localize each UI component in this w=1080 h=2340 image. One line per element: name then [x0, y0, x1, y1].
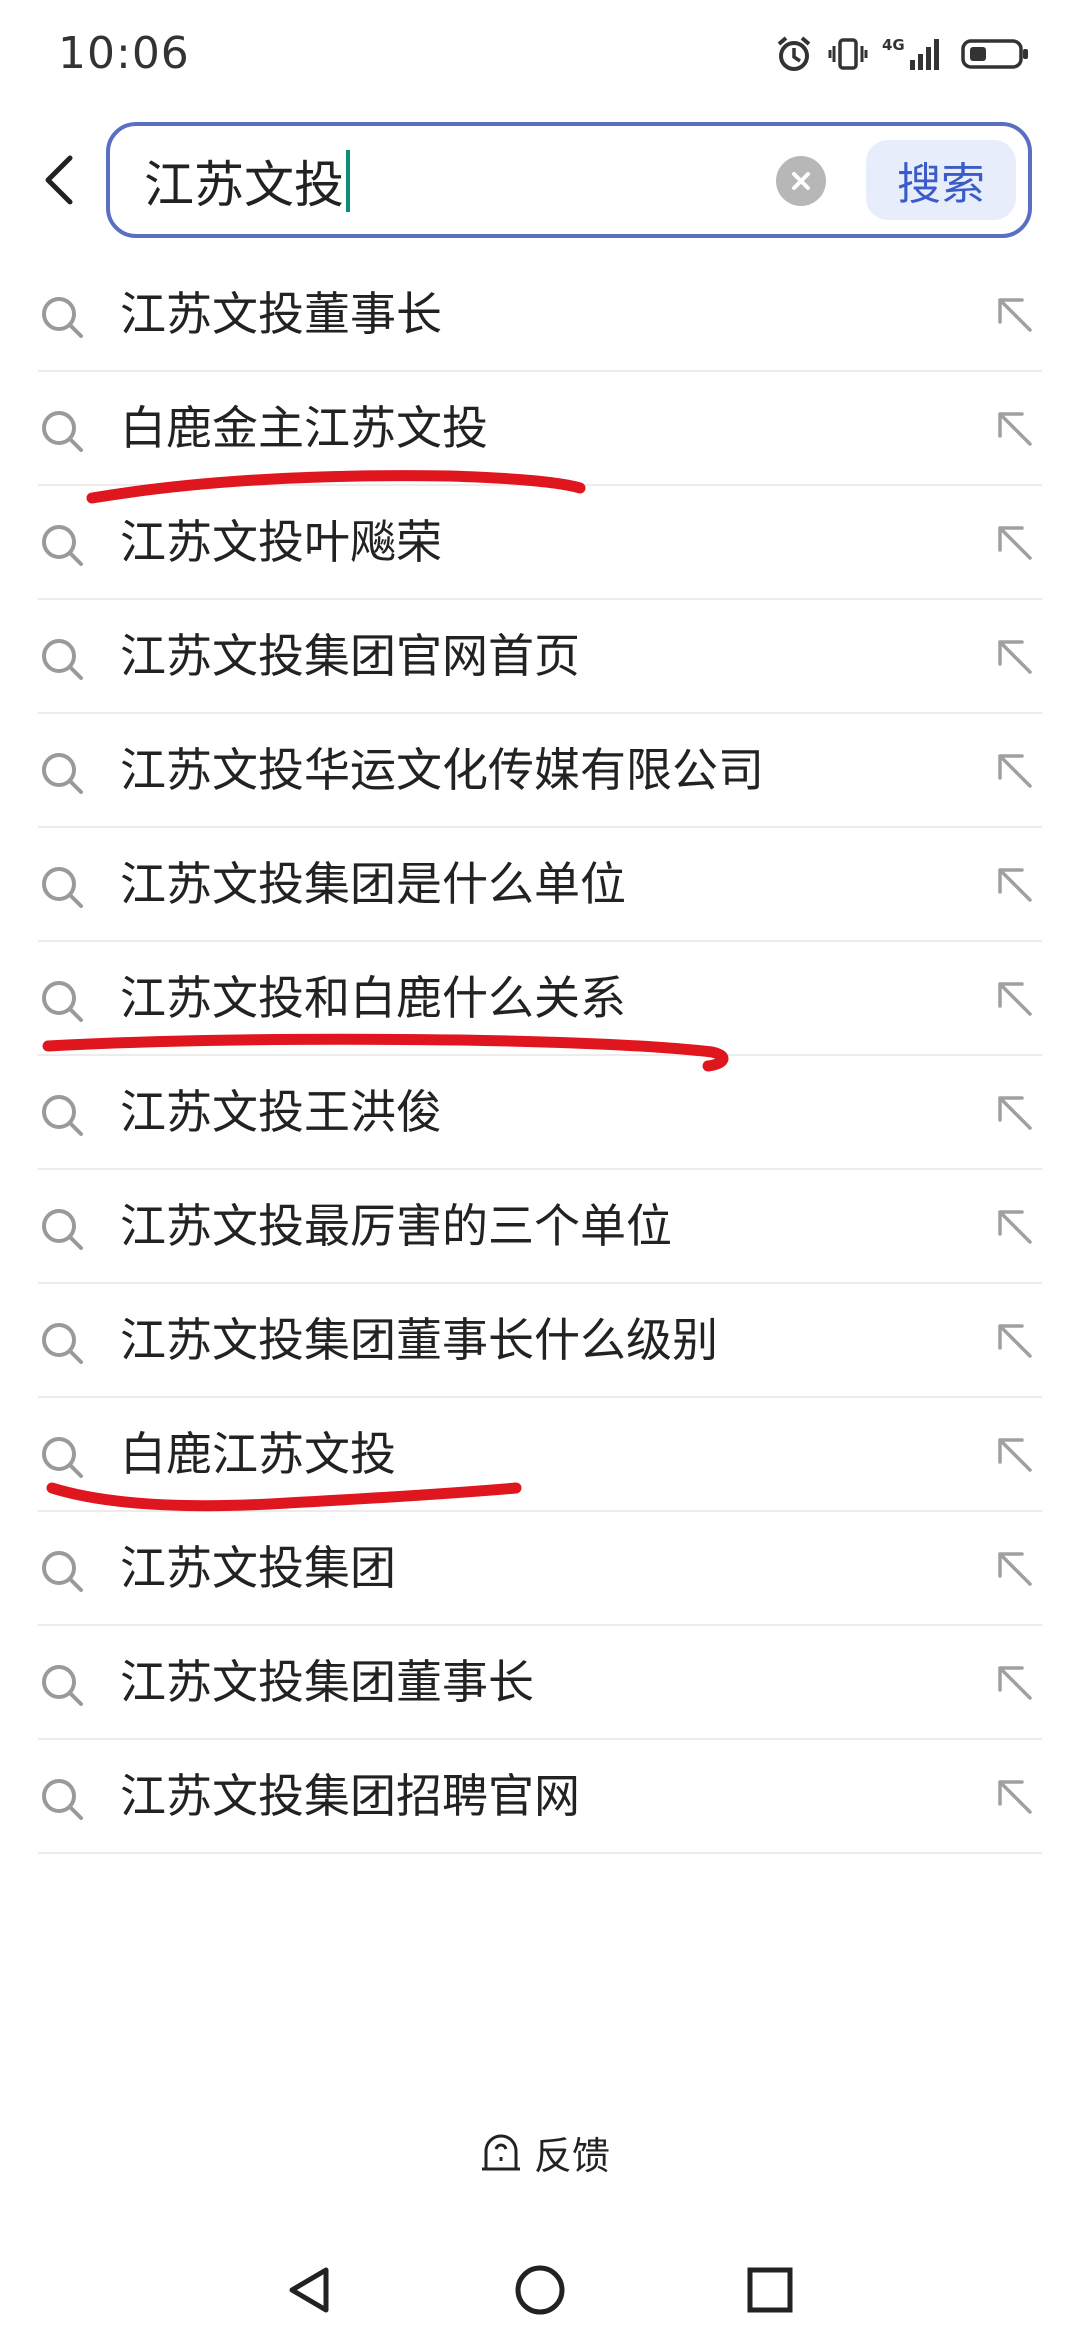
search-icon [42, 639, 83, 680]
fill-query-arrow-icon[interactable] [996, 752, 1036, 792]
suggestion-label: 江苏文投最厉害的三个单位 [120, 1199, 672, 1253]
search-icon [42, 411, 83, 452]
feedback-label: 反馈 [534, 2133, 611, 2178]
fill-query-arrow-icon[interactable] [996, 1322, 1036, 1362]
search-icon [42, 1323, 83, 1364]
suggestion-label: 江苏文投华运文化传媒有限公司 [120, 743, 764, 797]
suggestion-label: 江苏文投集团董事长什么级别 [120, 1313, 718, 1367]
search-icon [42, 1551, 83, 1592]
text-caret [346, 150, 350, 212]
recents-square-icon [747, 2267, 793, 2313]
suggestion-item[interactable]: 江苏文投董事长 [0, 258, 1080, 372]
signal-4g-icon: 4G [882, 34, 946, 74]
fill-query-arrow-icon[interactable] [996, 410, 1036, 450]
search-icon [42, 1779, 83, 1820]
search-icon [42, 867, 83, 908]
search-box[interactable]: 江苏文投 搜索 [106, 122, 1032, 238]
alarm-icon [774, 34, 814, 74]
suggestion-item[interactable]: 江苏文投王洪俊 [0, 1056, 1080, 1170]
fill-query-arrow-icon[interactable] [996, 524, 1036, 564]
suggestion-item[interactable]: 江苏文投集团招聘官网 [0, 1740, 1080, 1854]
suggestion-item[interactable]: 江苏文投集团董事长 [0, 1626, 1080, 1740]
suggestion-label: 江苏文投叶飚荣 [120, 515, 442, 569]
fill-query-arrow-icon[interactable] [996, 866, 1036, 906]
search-icon [42, 1095, 83, 1136]
feedback-button[interactable]: 反馈 [478, 2122, 610, 2182]
feedback-icon [482, 2134, 520, 2171]
search-icon [42, 981, 83, 1022]
search-input[interactable]: 江苏文投 [144, 150, 350, 214]
suggestion-label: 白鹿江苏文投 [120, 1427, 396, 1481]
suggestion-item[interactable]: 江苏文投和白鹿什么关系 [0, 942, 1080, 1056]
suggestion-label: 江苏文投集团招聘官网 [120, 1769, 580, 1823]
suggestion-item[interactable]: 江苏文投集团董事长什么级别 [0, 1284, 1080, 1398]
search-icon [42, 297, 83, 338]
suggestion-item[interactable]: 江苏文投叶飚荣 [0, 486, 1080, 600]
back-button[interactable] [30, 140, 90, 220]
suggestion-label: 江苏文投王洪俊 [120, 1085, 442, 1139]
fill-query-arrow-icon[interactable] [996, 980, 1036, 1020]
suggestion-item[interactable]: 白鹿金主江苏文投 [0, 372, 1080, 486]
suggestion-item[interactable]: 白鹿江苏文投 [0, 1398, 1080, 1512]
fill-query-arrow-icon[interactable] [996, 638, 1036, 678]
status-time: 10:06 [58, 28, 190, 79]
fill-query-arrow-icon[interactable] [996, 296, 1036, 336]
suggestion-label: 江苏文投集团 [120, 1541, 396, 1595]
fill-query-arrow-icon[interactable] [996, 1208, 1036, 1248]
search-query: 江苏文投 [144, 156, 344, 214]
clear-button[interactable] [776, 156, 826, 206]
navigation-bar [0, 2230, 1080, 2340]
nav-recents-button[interactable] [730, 2250, 810, 2330]
close-icon [792, 172, 810, 190]
suggestion-label: 白鹿金主江苏文投 [120, 401, 488, 455]
suggestion-label: 江苏文投董事长 [120, 287, 442, 341]
suggestion-label: 江苏文投集团董事长 [120, 1655, 534, 1709]
svg-text:4G: 4G [882, 36, 905, 54]
home-circle-icon [515, 2265, 565, 2315]
suggestion-item[interactable]: 江苏文投集团是什么单位 [0, 828, 1080, 942]
back-triangle-icon [289, 2267, 329, 2313]
search-icon [42, 1437, 83, 1478]
status-icons: 4G [774, 30, 1030, 78]
fill-query-arrow-icon[interactable] [996, 1436, 1036, 1476]
search-icon [42, 1665, 83, 1706]
chevron-left-icon [45, 155, 73, 205]
fill-query-arrow-icon[interactable] [996, 1094, 1036, 1134]
suggestion-label: 江苏文投集团官网首页 [120, 629, 580, 683]
suggestion-item[interactable]: 江苏文投集团官网首页 [0, 600, 1080, 714]
suggestion-item[interactable]: 江苏文投集团 [0, 1512, 1080, 1626]
vibrate-icon [828, 34, 868, 74]
suggestion-item[interactable]: 江苏文投最厉害的三个单位 [0, 1170, 1080, 1284]
suggestion-list: 江苏文投董事长 白鹿金主江苏文投 江苏文投叶飚荣 江苏文投集团官网首页 江苏文投… [0, 258, 1080, 1854]
search-icon [42, 753, 83, 794]
fill-query-arrow-icon[interactable] [996, 1778, 1036, 1818]
battery-icon [960, 34, 1030, 74]
suggestion-item[interactable]: 江苏文投华运文化传媒有限公司 [0, 714, 1080, 828]
status-bar: 10:06 4G [0, 0, 1080, 110]
nav-home-button[interactable] [500, 2250, 580, 2330]
fill-query-arrow-icon[interactable] [996, 1550, 1036, 1590]
search-icon [42, 1209, 83, 1250]
suggestion-label: 江苏文投集团是什么单位 [120, 857, 626, 911]
search-button[interactable]: 搜索 [866, 140, 1016, 220]
suggestion-label: 江苏文投和白鹿什么关系 [120, 971, 626, 1025]
fill-query-arrow-icon[interactable] [996, 1664, 1036, 1704]
nav-back-button[interactable] [270, 2250, 350, 2330]
search-icon [42, 525, 83, 566]
